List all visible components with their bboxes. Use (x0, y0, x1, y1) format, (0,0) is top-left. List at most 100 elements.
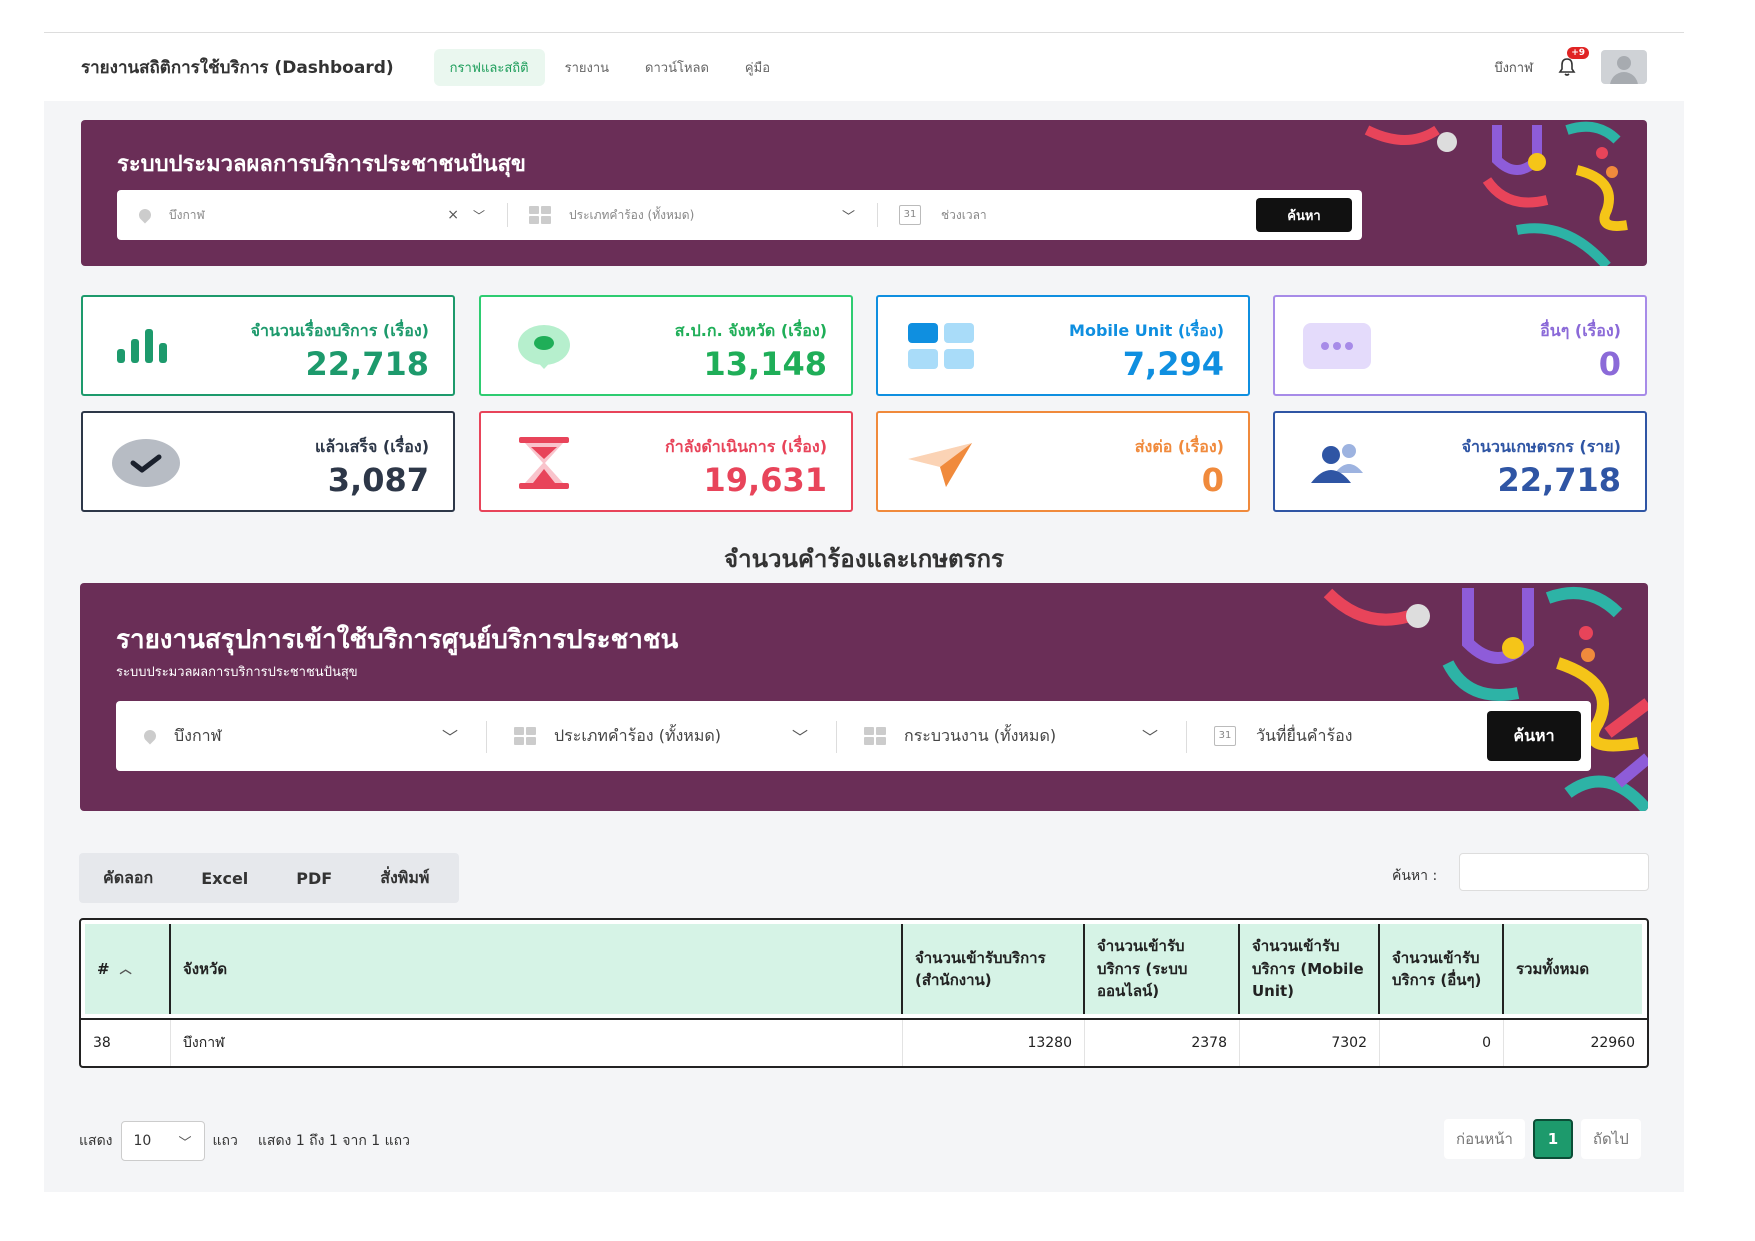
tab-manual[interactable]: คู่มือ (729, 49, 786, 86)
sort-up-icon: ︿ (119, 962, 132, 976)
stat-label: ส่งต่อ (เรื่อง) (1134, 437, 1224, 456)
report-search-button[interactable]: ค้นหา (1487, 711, 1581, 761)
clear-icon[interactable]: × (447, 207, 459, 223)
column-header-no[interactable]: # ︿ (85, 924, 171, 1014)
stat-value: 19,631 (703, 461, 827, 499)
grid-icon (529, 206, 551, 224)
cell-no: 38 (81, 1020, 171, 1066)
cell-other: 0 (1380, 1020, 1504, 1066)
column-header-online[interactable]: จำนวนเข้ารับ บริการ (ระบบออนไลน์) (1085, 924, 1240, 1014)
grid-icon (514, 727, 536, 745)
search-button[interactable]: ค้นหา (1256, 198, 1352, 232)
pagination: ก่อนหน้า 1 ถัดไป (1444, 1119, 1641, 1159)
user-avatar[interactable] (1601, 50, 1647, 84)
stat-card-total-services[interactable]: จำนวนเรื่องบริการ (เรื่อง) 22,718 (81, 295, 455, 396)
stat-value: 13,148 (703, 345, 827, 383)
next-page-button[interactable]: ถัดไป (1580, 1119, 1641, 1159)
stat-label: จำนวนเกษตรกร (ราย) (1461, 437, 1621, 456)
location-pin-icon (518, 325, 570, 369)
tab-charts-stats[interactable]: กราฟและสถิติ (433, 48, 545, 86)
stat-value: 22,718 (305, 345, 429, 383)
stat-label: อื่นๆ (เรื่อง) (1540, 321, 1621, 340)
current-province[interactable]: บึงกาฬ (1494, 57, 1533, 78)
table-header: # ︿ จังหวัด จำนวนเข้ารับบริการ (สำนักงาน… (81, 920, 1647, 1020)
cell-online: 2378 (1085, 1020, 1240, 1066)
grid-icon (864, 727, 886, 745)
stat-card-mobile-unit[interactable]: Mobile Unit (เรื่อง) 7,294 (876, 295, 1250, 396)
hourglass-icon (519, 437, 569, 489)
filter-banner: ระบบประมวลผลการบริการประชาชนปันสุข บึงกา… (81, 120, 1647, 266)
province-select[interactable]: บึงกาฬ ﹀ (116, 701, 486, 771)
grid-icon (908, 323, 974, 369)
cell-province: บึงกาฬ (171, 1020, 903, 1066)
stat-card-forwarded[interactable]: ส่งต่อ (เรื่อง) 0 (876, 411, 1250, 512)
users-icon (1311, 444, 1363, 483)
table-search-input[interactable] (1459, 853, 1649, 891)
province-select-value: บึงกาฬ (169, 207, 205, 222)
bar-chart-icon (117, 329, 167, 363)
column-header-mobile[interactable]: จำนวนเข้ารับ บริการ (Mobile Unit) (1240, 924, 1380, 1014)
chevron-down-icon: ﹀ (441, 728, 458, 747)
column-header-office[interactable]: จำนวนเข้ารับบริการ (สำนักงาน) (903, 924, 1085, 1014)
pdf-button[interactable]: PDF (296, 869, 332, 888)
show-label: แสดง (79, 1133, 113, 1149)
stat-card-provincial-office[interactable]: ส.ป.ก. จังหวัด (เรื่อง) 13,148 (479, 295, 853, 396)
chevron-down-icon: ﹀ (1141, 728, 1158, 747)
stat-card-other[interactable]: อื่นๆ (เรื่อง) 0 (1273, 295, 1647, 396)
table-info: แสดง 1 ถึง 1 จาก 1 แถว (257, 1133, 411, 1149)
calendar-icon: 31 (1214, 726, 1236, 746)
column-header-other[interactable]: จำนวนเข้ารับ บริการ (อื่นๆ) (1380, 924, 1504, 1014)
stat-card-farmers[interactable]: จำนวนเกษตรกร (ราย) 22,718 (1273, 411, 1647, 512)
province-select[interactable]: บึงกาฬ × ﹀ (117, 190, 507, 240)
table-row: 38 บึงกาฬ 13280 2378 7302 0 22960 (81, 1020, 1647, 1066)
request-type-select[interactable]: ประเภทคำร้อง (ทั้งหมด) ﹀ (507, 190, 877, 240)
filter-bar: บึงกาฬ × ﹀ ประเภทคำร้อง (ทั้งหมด) ﹀ 31 ช… (117, 190, 1362, 240)
rows-label: แถว (212, 1133, 238, 1149)
page-length-control: แสดง 10 ﹀ แถว แสดง 1 ถึง 1 จาก 1 แถว (79, 1121, 410, 1161)
more-icon (1303, 323, 1371, 369)
stat-label: ส.ป.ก. จังหวัด (เรื่อง) (674, 321, 827, 340)
stat-label: แล้วเสร็จ (เรื่อง) (315, 437, 429, 456)
tab-download[interactable]: ดาวน์โหลด (629, 49, 725, 86)
calendar-icon: 31 (899, 205, 921, 225)
request-type-value: ประเภทคำร้อง (ทั้งหมด) (569, 207, 695, 222)
send-icon (908, 443, 972, 487)
column-header-total[interactable]: รวมทั้งหมด (1504, 924, 1642, 1014)
check-icon (112, 439, 180, 487)
stat-value: 0 (1201, 461, 1224, 499)
dashboard-frame: รายงานสถิติการใช้บริการ (Dashboard) กราฟ… (44, 32, 1684, 1192)
stat-label: Mobile Unit (เรื่อง) (1069, 321, 1224, 340)
report-filter-bar: บึงกาฬ ﹀ ประเภทคำร้อง (ทั้งหมด) ﹀ กระบวน… (116, 701, 1591, 771)
print-button[interactable]: สั่งพิมพ์ (380, 866, 429, 891)
table-search-label: ค้นหา : (1392, 868, 1438, 884)
stat-label: กำลังดำเนินการ (เรื่อง) (665, 437, 827, 456)
page-length-select[interactable]: 10 ﹀ (120, 1121, 205, 1161)
page-length-value: 10 (133, 1133, 152, 1149)
tab-reports[interactable]: รายงาน (549, 49, 625, 86)
stat-card-completed[interactable]: แล้วเสร็จ (เรื่อง) 3,087 (81, 411, 455, 512)
request-type-value: ประเภทคำร้อง (ทั้งหมด) (554, 725, 722, 745)
export-button-group: คัดลอก Excel PDF สั่งพิมพ์ (79, 853, 459, 903)
stat-value: 22,718 (1497, 461, 1621, 499)
date-range-input[interactable]: 31 ช่วงเวลา (877, 190, 1256, 240)
excel-button[interactable]: Excel (201, 869, 248, 888)
notification-button[interactable]: +9 (1553, 47, 1589, 81)
cell-office: 13280 (903, 1020, 1085, 1066)
stat-value: 3,087 (327, 461, 429, 499)
location-pin-icon (141, 727, 159, 745)
request-type-select[interactable]: ประเภทคำร้อง (ทั้งหมด) ﹀ (486, 701, 836, 771)
report-subtitle: ระบบประมวลผลการบริการประชาชนปันสุข (116, 665, 358, 680)
summary-table: # ︿ จังหวัด จำนวนเข้ารับบริการ (สำนักงาน… (79, 918, 1649, 1068)
copy-button[interactable]: คัดลอก (103, 866, 153, 891)
decorative-pattern (1323, 587, 1648, 811)
page-button-current[interactable]: 1 (1532, 1119, 1573, 1159)
report-banner: รายงานสรุปการเข้าใช้บริการศูนย์บริการประ… (80, 583, 1648, 811)
process-select[interactable]: กระบวนงาน (ทั้งหมด) ﹀ (836, 701, 1186, 771)
stat-card-in-progress[interactable]: กำลังดำเนินการ (เรื่อง) 19,631 (479, 411, 853, 512)
stat-value: 0 (1598, 345, 1621, 383)
column-header-label: # (97, 959, 110, 978)
submission-date-input[interactable]: 31 วันที่ยื่นคำร้อง (1186, 701, 1487, 771)
column-header-province[interactable]: จังหวัด (171, 924, 903, 1014)
location-pin-icon (136, 206, 154, 224)
previous-page-button[interactable]: ก่อนหน้า (1444, 1119, 1525, 1159)
